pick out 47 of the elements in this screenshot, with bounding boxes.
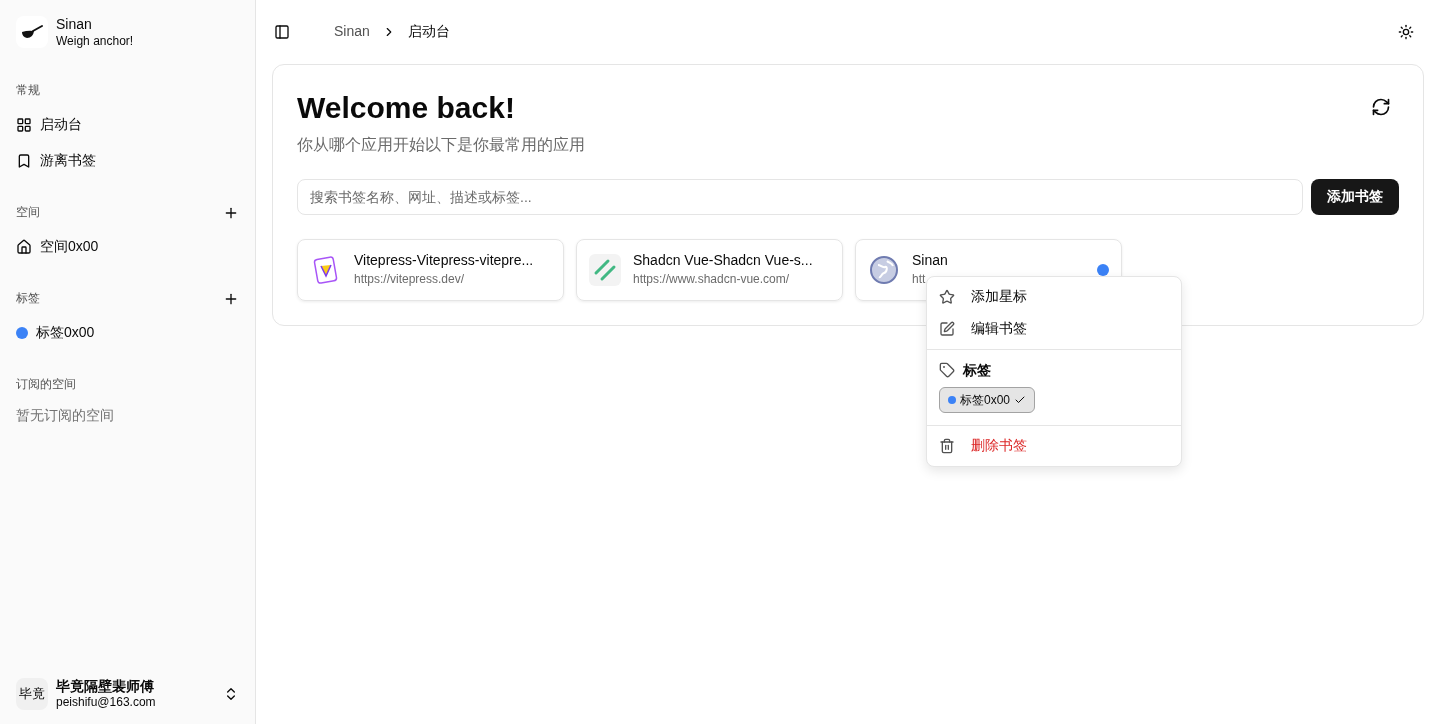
check-icon [1014,394,1027,406]
bookmark-title: Vitepress-Vitepress-vitepre... [354,251,535,270]
nav-item[interactable]: 空间0x00 [8,228,247,265]
bookmark-card[interactable]: Shadcn Vue-Shadcn Vue-s... https://www.shadcn-vue.com/ [576,238,843,301]
nav-item[interactable]: 游离书签 [8,142,247,179]
menu-section-title: 标签 [963,361,991,379]
edit-icon [939,320,955,337]
menu-item[interactable]: 编辑书签 [931,312,1177,345]
app-tagline: Weigh anchor! [56,33,134,49]
tag-icon [939,362,955,379]
bookmark-url: https://www.shadcn-vue.com/ [633,272,791,288]
app-name: Sinan [56,16,93,34]
add-bookmark-button[interactable]: 添加书签 [1311,178,1399,215]
user-name: 毕竟隔壁裴师傅 [56,677,155,695]
bookmark-url: htt [912,272,927,288]
nav-item[interactable]: 启动台 [8,106,247,143]
sun-icon[interactable] [1398,24,1414,40]
user-email: peishifu@163.com [56,695,157,710]
empty-text: 暂无订阅的空间 [15,405,115,425]
grid-icon [16,116,32,133]
welcome-title: Welcome back! [297,90,516,126]
tag-chip[interactable]: 标签0x00 [939,387,1036,413]
search-field[interactable]: 搜索书签名称、网址、描述或标签... [297,178,1303,215]
trash-icon [939,438,955,454]
sidebar-toggle-icon[interactable] [274,24,290,40]
menu-item[interactable]: 添加星标 [931,280,1177,313]
bookmark-title: Shadcn Vue-Shadcn Vue-s... [633,251,814,270]
home-icon [16,238,32,255]
welcome-subtitle: 你从哪个应用开始以下是你最常用的应用 [297,134,585,155]
breadcrumb-item: 启动台 [407,23,450,41]
user-avatar: 毕竟 [16,677,48,710]
bookmark-card[interactable]: Vitepress-Vitepress-vitepre... https://vitepress.dev/ [297,238,564,301]
refresh-icon[interactable] [1371,97,1391,117]
globe-icon [868,253,900,286]
delete-menu-item[interactable]: 删除书签 [931,430,1177,462]
bookmark-icon [16,152,32,169]
ladle-logo-icon [16,16,48,49]
tag-item[interactable]: 标签0x00 [8,314,247,351]
section-title: 订阅的空间 [16,377,76,392]
bookmark-url: https://vitepress.dev/ [354,272,466,288]
bookmark-title: Sinan [912,251,949,270]
slash-logo-icon [589,253,621,286]
star-icon [939,288,955,305]
section-title: 标签 [16,291,40,306]
section-title: 常规 [16,83,40,98]
breadcrumb-item[interactable]: Sinan [334,23,370,41]
section-title: 空间 [16,205,40,220]
